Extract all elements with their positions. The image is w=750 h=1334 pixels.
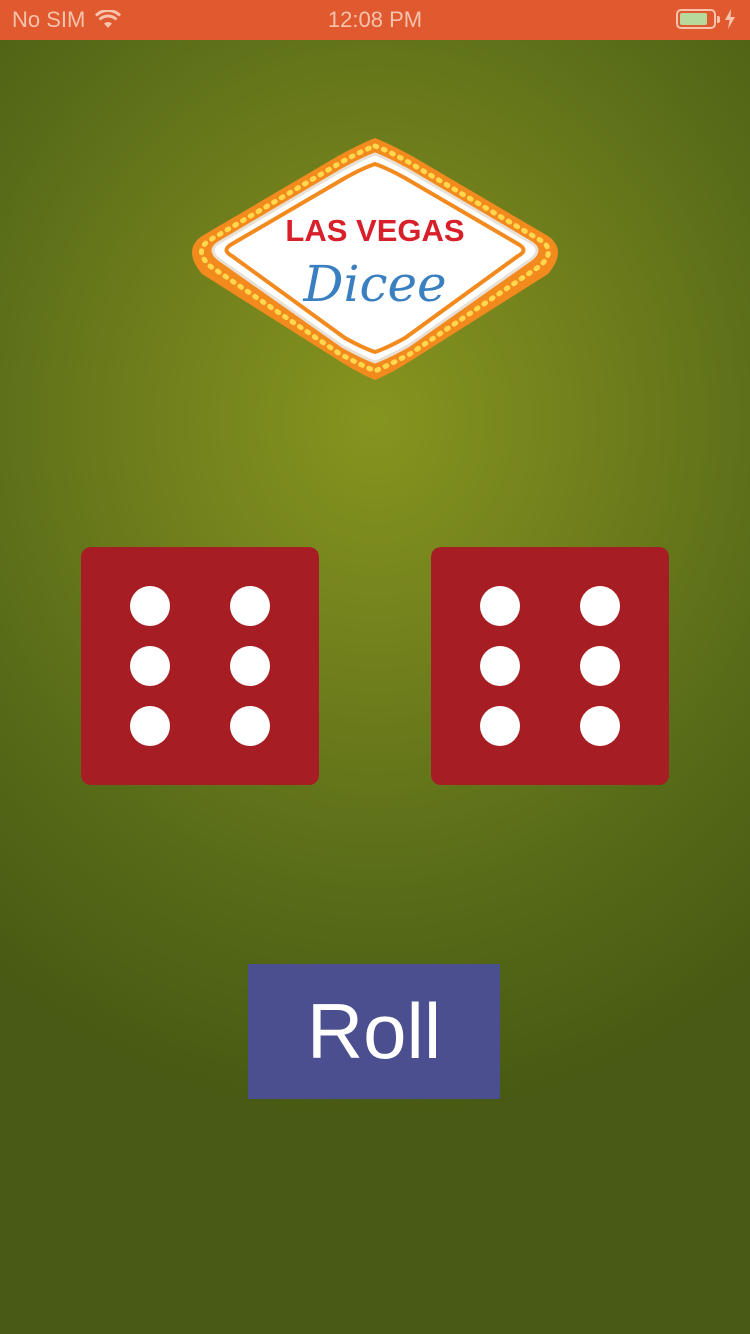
die-pip [580,706,620,746]
die-pip [580,586,620,626]
charging-bolt-icon [725,9,735,29]
die-pip [230,706,270,746]
die-pip [580,646,620,686]
left-die [81,547,319,785]
die-pip [480,646,520,686]
roll-button[interactable]: Roll [248,964,500,1099]
status-bar-right [676,9,736,29]
logo-line2: Dicee [302,255,446,313]
die-pip [130,646,170,686]
logo-line1: LAS VEGAS [285,213,464,248]
die-pip [130,706,170,746]
status-time: 12:08 PM [327,7,423,32]
las-vegas-dicee-logo: LAS VEGAS Dicee [192,138,558,380]
die-pip [230,646,270,686]
die-pip [480,706,520,746]
die-pip [130,586,170,626]
battery-icon [676,9,720,29]
die-pip [230,586,270,626]
status-bar: No SIM 12:08 PM [0,0,750,40]
die-pip [480,586,520,626]
battery-level [680,13,707,25]
right-die [431,547,669,785]
